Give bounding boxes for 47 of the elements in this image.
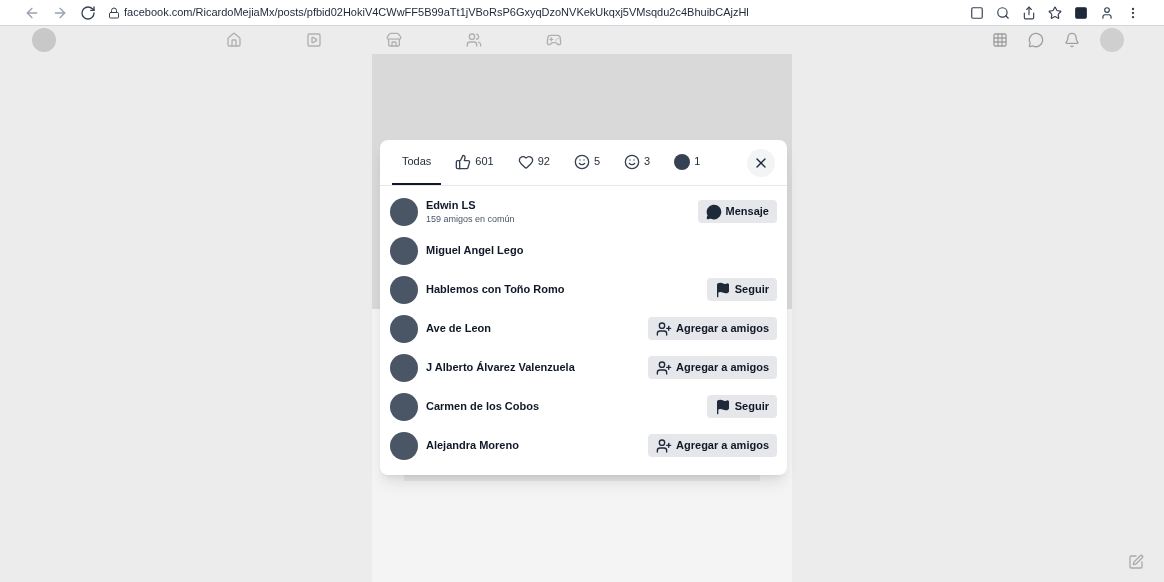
avatar[interactable] [390, 275, 418, 304]
reaction-tab[interactable]: 3 [614, 140, 661, 185]
person-name[interactable]: Miguel Angel Lego [426, 242, 777, 259]
lock-icon [108, 6, 120, 19]
reaction-tab[interactable]: 5 [563, 140, 611, 185]
avatar[interactable] [390, 353, 418, 382]
person-name[interactable]: Ave de Leon [426, 320, 641, 337]
action-button[interactable]: Agregar a amigos [648, 434, 777, 457]
person-plus-icon [656, 359, 673, 376]
reaction-tab[interactable]: 1 [664, 140, 711, 185]
avatar[interactable] [390, 392, 418, 421]
avatar[interactable] [390, 197, 418, 226]
side-panel-icon[interactable] [1074, 5, 1088, 20]
logo-icon [32, 28, 56, 52]
person-name[interactable]: J Alberto Álvarez Valenzuela [426, 359, 641, 376]
person-plus-icon [656, 437, 673, 454]
person-name[interactable]: Hablemos con Toño Romo [426, 281, 699, 298]
action-button[interactable]: Seguir [706, 395, 777, 418]
person-plus-icon [656, 320, 673, 337]
share-icon[interactable] [1022, 5, 1036, 20]
avatar[interactable] [390, 314, 418, 343]
zoom-icon[interactable] [996, 5, 1010, 20]
action-button[interactable]: Agregar a amigos [648, 356, 777, 379]
flag-icon [714, 398, 731, 415]
person-name[interactable]: Edwin LS [426, 196, 690, 213]
close-button[interactable] [747, 148, 775, 177]
smiley-icon [573, 153, 590, 170]
install-icon[interactable] [970, 5, 984, 20]
chat-bubble-icon [705, 203, 722, 220]
url-text[interactable]: facebook.com/RicardoMejiaMx/posts/pfbid02HokiV4CWwFF5B99aTt1jVBoRsP6GxyqDzoNVKekUkqxj5VMsqdu2c4BhuibCAjzHl [124, 4, 958, 21]
reaction-tab[interactable]: 92 [507, 140, 560, 185]
profile-icon[interactable] [1100, 5, 1114, 20]
action-button[interactable]: Agregar a amigos [648, 317, 777, 340]
avatar[interactable] [390, 236, 418, 265]
reload-icon[interactable] [80, 4, 96, 21]
person-name[interactable]: Carmen de los Cobos [426, 398, 699, 415]
reaction-tab[interactable]: 601 [445, 140, 504, 185]
bookmark-star-icon[interactable] [1048, 5, 1062, 20]
action-button[interactable]: Mensaje [697, 200, 777, 223]
action-button[interactable]: Seguir [706, 278, 777, 301]
thumbs-up-icon [455, 153, 472, 170]
avatar[interactable] [390, 431, 418, 460]
person-name[interactable]: Alejandra Moreno [426, 437, 641, 454]
mutual-friends-text: 159 amigos en común [426, 213, 516, 226]
reaction-tab[interactable]: Todas [392, 140, 442, 185]
flag-icon [714, 281, 731, 298]
heart-icon [517, 153, 534, 170]
